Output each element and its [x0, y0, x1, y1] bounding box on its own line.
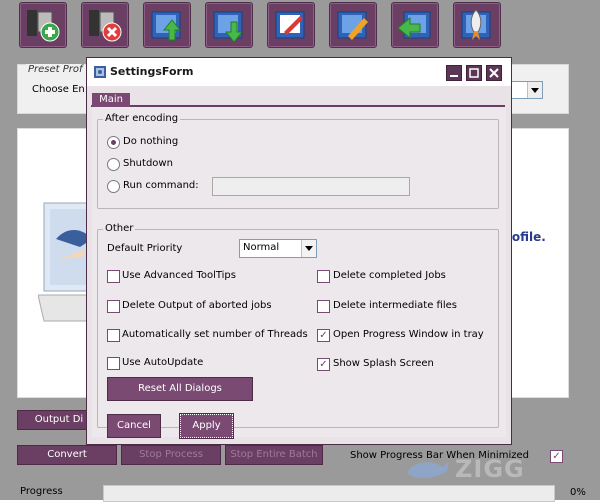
move-up-icon: [151, 11, 182, 41]
advanced-tooltips-label: Use Advanced ToolTips: [122, 270, 236, 281]
checkbox-delete-aborted-output[interactable]: [107, 300, 120, 313]
move-down-button[interactable]: [205, 2, 253, 48]
launch-button[interactable]: [453, 2, 501, 48]
do-nothing-label: Do nothing: [123, 136, 179, 147]
chevron-down-icon: [301, 240, 316, 257]
remove-job-button[interactable]: [81, 2, 129, 48]
other-legend: Other: [103, 223, 136, 234]
checkbox-splash-screen[interactable]: ✓: [317, 358, 330, 371]
auto-threads-label: Automatically set number of Threads: [122, 329, 308, 340]
radio-shutdown[interactable]: [107, 158, 120, 171]
delete-aborted-output-label: Delete Output of aborted jobs: [122, 300, 272, 311]
delete-completed-jobs-label: Delete completed Jobs: [333, 270, 446, 281]
show-progress-checkbox[interactable]: ✓: [550, 450, 563, 463]
watermark: ZIGG: [407, 455, 525, 483]
clear-button[interactable]: [329, 2, 377, 48]
move-up-button[interactable]: [143, 2, 191, 48]
settings-dialog: SettingsForm Main After encoding Do noth…: [86, 57, 512, 445]
run-command-label: Run command:: [123, 180, 199, 191]
shutdown-label: Shutdown: [123, 158, 173, 169]
splash-screen-label: Show Splash Screen: [333, 358, 434, 369]
choose-encoder-label: Choose En: [32, 84, 85, 95]
priority-value: Normal: [243, 242, 280, 253]
progress-in-tray-label: Open Progress Window in tray: [333, 329, 484, 340]
radio-run-command[interactable]: [107, 180, 120, 193]
stop-process-button[interactable]: Stop Process: [121, 445, 221, 465]
add-job-button[interactable]: [19, 2, 67, 48]
auto-update-label: Use AutoUpdate: [122, 357, 204, 368]
chevron-down-icon: [527, 82, 542, 98]
radio-do-nothing[interactable]: [107, 136, 120, 149]
app-icon: [94, 66, 106, 78]
progress-bar: [103, 485, 555, 502]
close-button[interactable]: [486, 65, 502, 81]
tab-strip: [87, 86, 511, 106]
dialog-title: SettingsForm: [110, 65, 194, 78]
convert-button[interactable]: Convert: [17, 445, 117, 465]
checkbox-advanced-tooltips[interactable]: [107, 270, 120, 283]
maximize-icon: [469, 68, 479, 78]
edit-button[interactable]: [267, 2, 315, 48]
whale-logo-icon: [407, 461, 449, 479]
run-command-input[interactable]: [212, 177, 410, 196]
dialog-titlebar[interactable]: SettingsForm: [87, 58, 511, 87]
watermark-text: ZIGG: [455, 455, 525, 483]
checkbox-progress-in-tray[interactable]: ✓: [317, 329, 330, 342]
import-icon: [397, 11, 431, 40]
progress-label: Progress: [20, 486, 63, 497]
preset-profile-legend: Preset Prof: [26, 64, 85, 75]
close-icon: [489, 68, 499, 78]
move-down-icon: [213, 11, 244, 43]
default-priority-label: Default Priority: [107, 243, 183, 254]
checkbox-delete-completed-jobs[interactable]: [317, 270, 330, 283]
cancel-button[interactable]: Cancel: [107, 414, 161, 438]
main-tab-panel: After encoding Do nothing Shutdown Run c…: [92, 107, 506, 439]
add-job-icon: [27, 10, 60, 42]
delete-intermediate-label: Delete intermediate files: [333, 300, 457, 311]
tab-main[interactable]: Main: [92, 93, 130, 107]
clear-icon: [337, 11, 368, 40]
apply-button[interactable]: Apply: [179, 413, 234, 439]
checkbox-auto-update[interactable]: [107, 357, 120, 370]
reset-all-dialogs-button[interactable]: Reset All Dialogs: [107, 377, 253, 401]
stop-batch-button[interactable]: Stop Entire Batch: [225, 445, 323, 465]
after-encoding-legend: After encoding: [103, 113, 181, 124]
checkbox-auto-threads[interactable]: [107, 329, 120, 342]
launch-icon: [461, 9, 491, 40]
default-priority-select[interactable]: Normal: [239, 239, 317, 258]
import-button[interactable]: [391, 2, 439, 48]
maximize-button[interactable]: [466, 65, 482, 81]
progress-value: 0%: [570, 487, 586, 498]
minimize-button[interactable]: [446, 65, 462, 81]
checkbox-delete-intermediate[interactable]: [317, 300, 330, 313]
remove-job-icon: [89, 10, 122, 42]
edit-icon: [275, 11, 305, 39]
minimize-icon: [450, 75, 458, 77]
